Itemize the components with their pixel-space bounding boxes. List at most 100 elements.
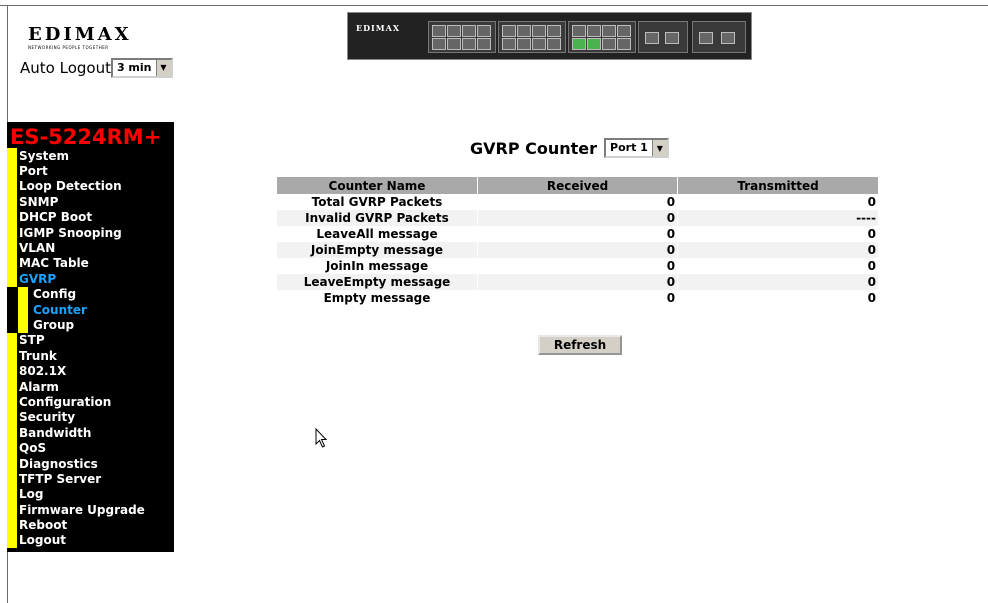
port-icon (462, 38, 476, 50)
menu-marker-icon (7, 240, 17, 256)
sidebar-item-qos[interactable]: QoS (7, 440, 174, 456)
mouse-pointer-icon (315, 428, 328, 448)
cell-name: LeaveEmpty message (277, 274, 478, 290)
cell-received: 0 (477, 226, 679, 242)
sidebar-item-bandwidth[interactable]: Bandwidth (7, 425, 174, 441)
menu-marker-icon (7, 471, 17, 487)
device-brand: EDIMAX (356, 23, 401, 33)
sidebar-item-security[interactable]: Security (7, 409, 174, 426)
sidebar-item-trunk[interactable]: Trunk (7, 348, 174, 364)
cell-transmitted: 0 (677, 226, 878, 242)
menu-marker-icon (7, 363, 17, 379)
sidebar-item-igmp-snooping[interactable]: IGMP Snooping (7, 224, 174, 241)
sidebar-item-label: TFTP Server (19, 471, 102, 486)
menu-marker-icon (7, 332, 17, 349)
cell-name: Invalid GVRP Packets (277, 210, 478, 226)
port-icon (602, 38, 616, 50)
menu-marker-icon (7, 455, 17, 472)
sidebar-item-label: Loop Detection (19, 179, 122, 194)
cell-name: Empty message (277, 290, 478, 306)
sidebar-item-mac-table[interactable]: MAC Table (7, 255, 174, 272)
port-icon (665, 32, 679, 44)
column-header: Counter Name (277, 177, 478, 194)
page-title-row: GVRP Counter Port 1 ▼ (470, 138, 669, 158)
model-title: ES-5224RM+ (10, 125, 162, 149)
table-row: JoinEmpty message 0 0 (277, 242, 878, 258)
sidebar-item-log[interactable]: Log (7, 486, 174, 502)
sidebar-item-label: Bandwidth (19, 425, 92, 440)
page-title: GVRP Counter (470, 138, 598, 158)
sidebar-item-alarm[interactable]: Alarm (7, 378, 174, 395)
port-icon (617, 38, 631, 50)
sidebar-item-config[interactable]: Config (7, 286, 174, 302)
sidebar-item-loop-detection[interactable]: Loop Detection (7, 178, 174, 195)
port-icon (602, 25, 616, 37)
menu-marker-icon (7, 378, 17, 395)
sidebar-item-firmware-upgrade[interactable]: Firmware Upgrade (7, 501, 174, 518)
sidebar-item-dhcp-boot[interactable]: DHCP Boot (7, 209, 174, 225)
sidebar-item-group[interactable]: Group (7, 317, 174, 333)
sidebar-item-system[interactable]: System (7, 148, 174, 164)
sidebar-item-stp[interactable]: STP (7, 332, 174, 349)
menu-marker-icon (7, 409, 17, 426)
port-icon (547, 38, 561, 50)
port-icon (587, 25, 601, 37)
port-icon (617, 25, 631, 37)
sidebar-item-vlan[interactable]: VLAN (7, 240, 174, 256)
sidebar-item-label: STP (19, 333, 45, 348)
port-panel (692, 21, 746, 53)
sidebar-item-label: SNMP (19, 194, 59, 209)
menu-marker-icon (18, 317, 28, 333)
sidebar: ES-5224RM+ System Port Loop Detection SNMP D… (7, 122, 174, 552)
sidebar-item-counter[interactable]: Counter (7, 301, 174, 318)
frame-top-border (0, 5, 988, 6)
port-panel (568, 21, 636, 53)
cell-received: 0 (477, 290, 679, 306)
chevron-down-icon[interactable]: ▼ (651, 140, 667, 156)
sidebar-item-diagnostics[interactable]: Diagnostics (7, 455, 174, 472)
sidebar-item-label: Diagnostics (19, 456, 98, 471)
port-select[interactable]: Port 1 ▼ (604, 138, 669, 158)
sidebar-item-label: Logout (19, 533, 67, 548)
menu-marker-icon (7, 271, 17, 287)
cell-transmitted: 0 (677, 274, 878, 290)
sidebar-item-label: Trunk (19, 348, 57, 363)
cell-received: 0 (477, 242, 679, 258)
auto-logout: Auto Logout 3 min ▼ (20, 58, 173, 78)
port-icon (432, 25, 446, 37)
sidebar-item-tftp-server[interactable]: TFTP Server (7, 471, 174, 487)
sidebar-item-gvrp[interactable]: GVRP (7, 271, 174, 287)
cell-name: LeaveAll message (277, 226, 478, 242)
port-icon (477, 25, 491, 37)
menu-marker-icon (7, 501, 17, 518)
menu-marker-icon (7, 394, 17, 410)
auto-logout-label: Auto Logout (20, 59, 111, 77)
sidebar-item-label: Firmware Upgrade (19, 502, 145, 517)
auto-logout-select[interactable]: 3 min ▼ (110, 58, 173, 78)
sidebar-item-802-1x[interactable]: 802.1X (7, 363, 174, 379)
sidebar-item-reboot[interactable]: Reboot (7, 517, 174, 533)
port-icon (645, 32, 659, 44)
cell-received: 0 (477, 210, 679, 226)
sidebar-item-label: Counter (33, 302, 87, 317)
sidebar-item-logout[interactable]: Logout (7, 532, 174, 549)
menu-marker-icon (7, 163, 17, 179)
sidebar-item-snmp[interactable]: SNMP (7, 194, 174, 210)
chevron-down-icon[interactable]: ▼ (155, 60, 171, 76)
sidebar-item-label: Configuration (19, 394, 112, 409)
table-row: Empty message 0 0 (277, 290, 878, 306)
port-icon (502, 38, 516, 50)
menu-marker-icon (7, 148, 17, 164)
menu-marker-icon (7, 517, 17, 533)
sidebar-item-port[interactable]: Port (7, 163, 174, 179)
cell-transmitted: 0 (677, 194, 878, 210)
sidebar-item-label: DHCP Boot (19, 210, 93, 225)
port-icon (699, 32, 713, 44)
logo-word: EDIMAX (28, 24, 132, 45)
sidebar-item-label: Security (19, 410, 76, 425)
refresh-button[interactable]: Refresh (538, 335, 622, 355)
table-row: JoinIn message 0 0 (277, 258, 878, 274)
sidebar-item-configuration[interactable]: Configuration (7, 394, 174, 410)
menu-marker-icon (18, 286, 28, 302)
menu-marker-icon (7, 178, 17, 195)
